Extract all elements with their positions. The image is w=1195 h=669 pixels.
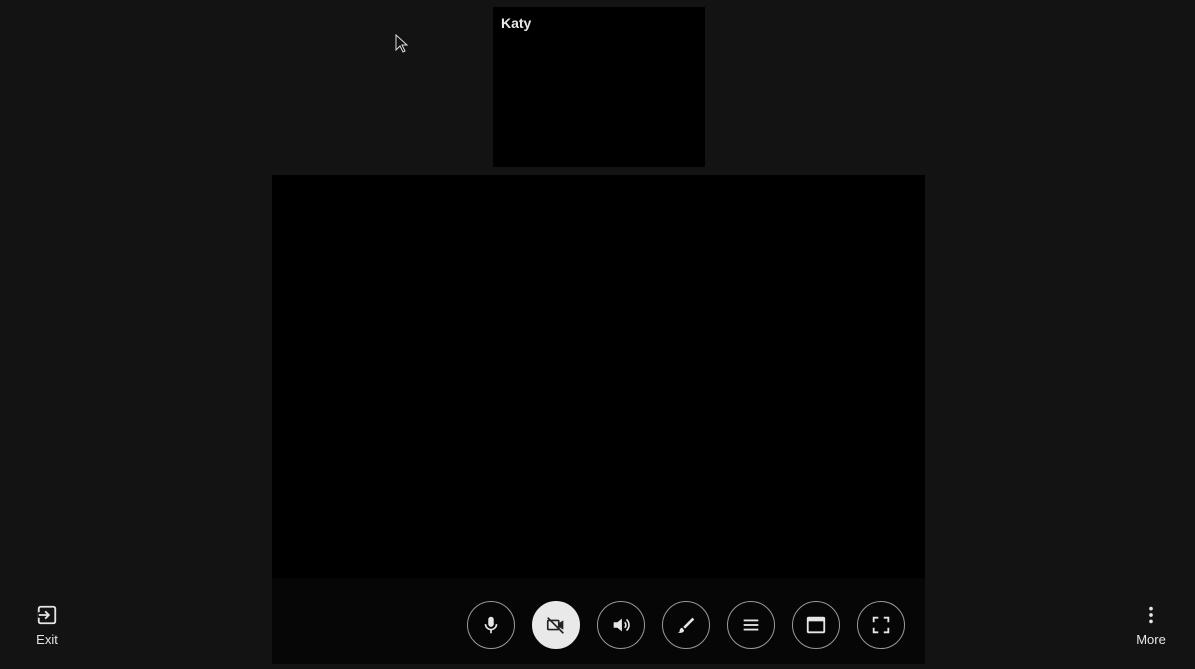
fullscreen-icon (872, 616, 890, 634)
mouse-pointer-icon (395, 34, 409, 53)
more-label: More (1136, 632, 1166, 647)
speaker-icon (613, 618, 630, 632)
brush-icon (677, 617, 695, 633)
camera-toggle-button[interactable] (532, 601, 580, 649)
more-button[interactable]: More (1121, 604, 1181, 647)
menu-lines-icon (743, 619, 759, 631)
speaker-button[interactable] (597, 601, 645, 649)
exit-button[interactable]: Exit (17, 604, 77, 647)
microphone-icon (484, 616, 498, 634)
fullscreen-button[interactable] (857, 601, 905, 649)
more-vertical-icon (1149, 606, 1153, 624)
camera-off-icon (546, 617, 564, 634)
call-stage: Katy Exit More (0, 0, 1195, 669)
exit-label: Exit (36, 632, 58, 647)
participant-tile[interactable]: Katy (493, 7, 705, 167)
microphone-button[interactable] (467, 601, 515, 649)
draw-button[interactable] (662, 601, 710, 649)
exit-icon (37, 605, 57, 625)
menu-button[interactable] (727, 601, 775, 649)
participant-name: Katy (501, 15, 532, 31)
control-bar (272, 578, 925, 664)
main-video[interactable] (272, 175, 925, 578)
window-button[interactable] (792, 601, 840, 649)
window-icon (806, 616, 826, 634)
